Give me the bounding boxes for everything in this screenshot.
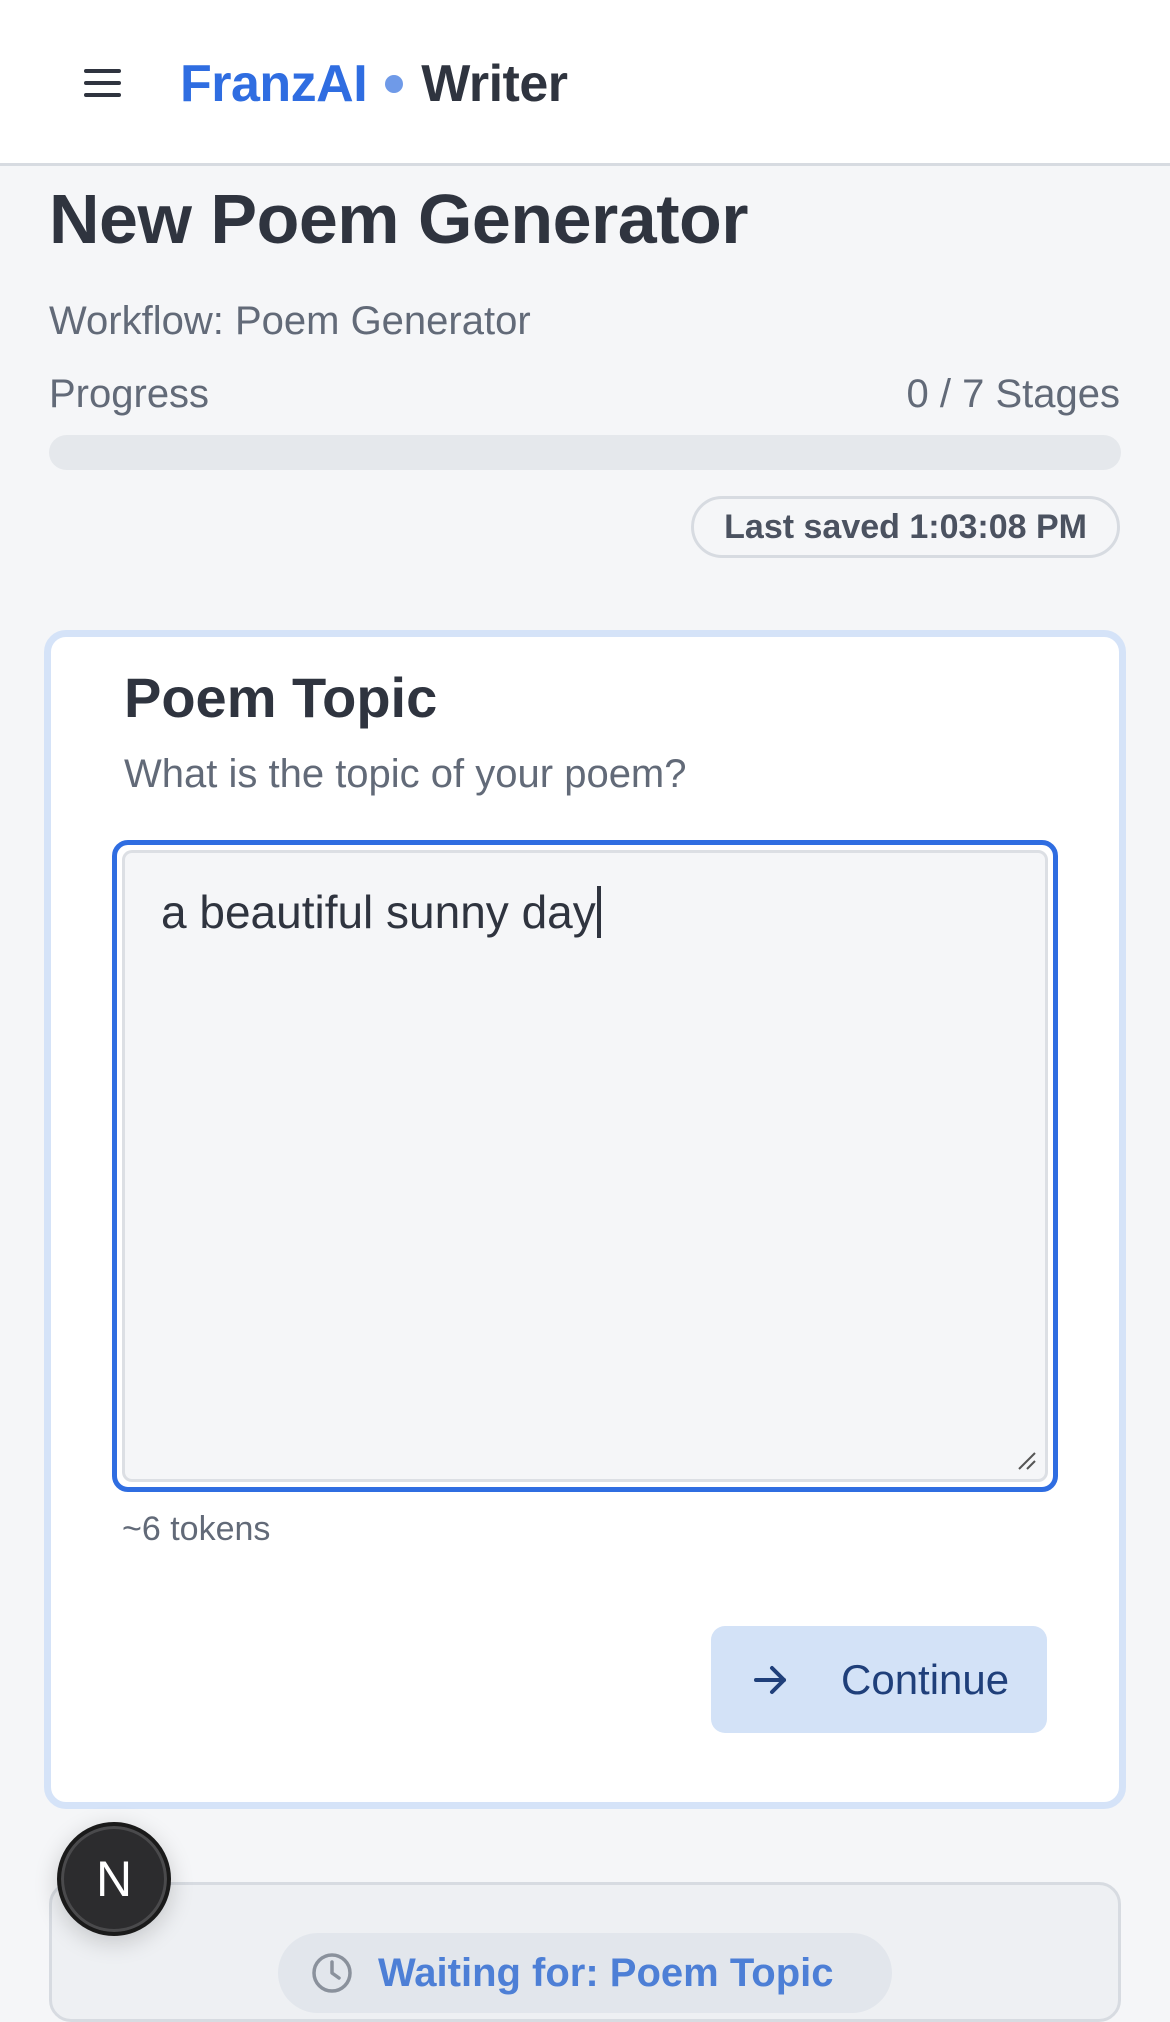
topic-textarea-field[interactable]: a beautiful sunny day bbox=[122, 850, 1048, 1482]
continue-button[interactable]: Continue bbox=[711, 1626, 1047, 1733]
arrow-right-icon bbox=[754, 1665, 786, 1694]
clock-icon bbox=[312, 1953, 352, 1993]
progress-label: Progress bbox=[49, 372, 210, 416]
waiting-status: Waiting for: Poem Topic bbox=[278, 1933, 892, 2013]
workflow-label: Workflow: Poem Generator bbox=[49, 299, 531, 343]
top-bar: FranzAI Writer bbox=[0, 0, 1170, 166]
hamburger-menu-icon-line bbox=[83, 93, 121, 97]
resize-handle-icon[interactable] bbox=[1015, 1449, 1037, 1471]
text-caret bbox=[596, 886, 601, 938]
topic-input-text: a beautiful sunny day bbox=[161, 886, 596, 938]
progress-bar bbox=[49, 435, 1121, 470]
topic-textarea-value: a beautiful sunny day bbox=[161, 881, 601, 943]
continue-label: Continue bbox=[841, 1655, 1010, 1703]
stage-subtitle: What is the topic of your poem? bbox=[124, 752, 687, 796]
next-dev-badge[interactable]: N bbox=[57, 1822, 171, 1936]
brand-primary: FranzAI bbox=[180, 55, 368, 113]
hamburger-menu-icon bbox=[83, 69, 121, 73]
token-count: ~6 tokens bbox=[122, 1510, 271, 1548]
brand-logo[interactable]: FranzAI Writer bbox=[180, 50, 568, 118]
stage-title: Poem Topic bbox=[124, 666, 438, 729]
page-title: New Poem Generator bbox=[49, 180, 749, 258]
topic-textarea[interactable]: a beautiful sunny day bbox=[112, 840, 1058, 1492]
brand-dot bbox=[385, 75, 404, 94]
menu-button[interactable] bbox=[74, 59, 130, 107]
progress-count: 0 / 7 Stages bbox=[906, 372, 1120, 416]
brand-secondary: Writer bbox=[421, 55, 568, 113]
hamburger-menu-icon-line bbox=[83, 81, 121, 85]
waiting-text: Waiting for: Poem Topic bbox=[378, 1950, 834, 1995]
last-saved-badge: Last saved 1:03:08 PM bbox=[691, 496, 1120, 558]
